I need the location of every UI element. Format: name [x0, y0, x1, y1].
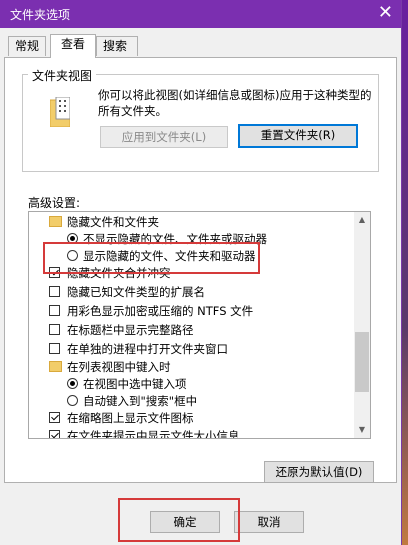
checkbox-hide-extensions[interactable]	[49, 286, 60, 297]
tab-search[interactable]: 搜索	[96, 36, 138, 56]
window-title: 文件夹选项	[10, 8, 71, 22]
scroll-down-icon[interactable]: ▼	[354, 422, 370, 438]
vertical-scrollbar[interactable]: ▲ ▼	[354, 212, 370, 438]
folder-icon	[49, 361, 62, 372]
folder-view-icon	[50, 97, 70, 127]
radio-type-search[interactable]	[67, 395, 78, 406]
radio-select-typed[interactable]	[67, 378, 78, 389]
checkbox-separate-process[interactable]	[49, 343, 60, 354]
checkbox-thumbnail-icons[interactable]	[49, 412, 60, 423]
reset-folders-button[interactable]: 重置文件夹(R)	[238, 124, 358, 148]
checkbox-full-path[interactable]	[49, 324, 60, 335]
tab-strip: 常规 查看 搜索	[0, 34, 401, 58]
scroll-up-icon[interactable]: ▲	[354, 212, 370, 228]
folder-views-description: 你可以将此视图(如详细信息或图标)应用于这种类型的所有文件夹。	[98, 88, 372, 118]
tab-general[interactable]: 常规	[8, 36, 46, 56]
folder-options-dialog: 文件夹选项 ✕ 常规 查看 搜索 文件夹视图 你可以将此视图(如详细信息或图标)…	[0, 0, 402, 545]
folder-icon	[49, 216, 62, 227]
apply-to-folders-button[interactable]: 应用到文件夹(L)	[100, 126, 228, 148]
folder-views-label: 文件夹视图	[28, 67, 97, 84]
cancel-button[interactable]: 取消	[234, 511, 304, 533]
ok-highlight-box	[118, 498, 240, 542]
scrollbar-thumb[interactable]	[355, 332, 369, 392]
tab-view[interactable]: 查看	[50, 34, 96, 58]
close-icon[interactable]: ✕	[378, 3, 393, 23]
checkbox-folder-tip-size[interactable]	[49, 430, 60, 438]
advanced-settings-label: 高级设置:	[28, 196, 81, 210]
highlight-box	[43, 242, 260, 274]
checkbox-color-ntfs[interactable]	[49, 305, 60, 316]
title-bar[interactable]: 文件夹选项 ✕	[0, 0, 401, 28]
restore-defaults-button[interactable]: 还原为默认值(D)	[264, 461, 374, 483]
